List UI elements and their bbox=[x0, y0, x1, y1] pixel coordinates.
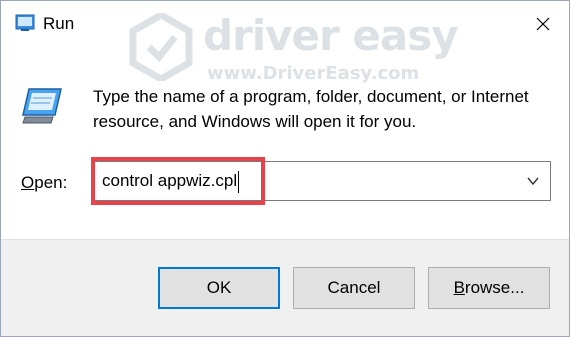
open-combobox[interactable]: control appwiz.cpl bbox=[91, 161, 551, 201]
cancel-button[interactable]: Cancel bbox=[293, 267, 415, 309]
open-input[interactable]: control appwiz.cpl bbox=[102, 171, 237, 191]
open-label-accel: O bbox=[21, 173, 35, 192]
ok-button[interactable]: OK bbox=[158, 267, 280, 309]
window-title: Run bbox=[43, 14, 75, 33]
button-bar: OK Cancel Browse... bbox=[1, 239, 569, 336]
watermark-url: www.DriverEasy.com bbox=[207, 63, 420, 84]
open-label: Open: bbox=[21, 173, 67, 193]
open-label-rest: pen: bbox=[34, 173, 68, 192]
run-app-icon bbox=[15, 14, 35, 31]
text-caret bbox=[238, 171, 239, 193]
run-description: Type the name of a program, folder, docu… bbox=[93, 87, 529, 131]
close-button[interactable] bbox=[523, 9, 563, 39]
browse-button[interactable]: Browse... bbox=[428, 267, 550, 309]
browse-accel: B bbox=[453, 278, 465, 297]
browse-rest: rowse... bbox=[464, 278, 525, 297]
run-dialog: Run driver easy www.DriverEasy.com Type … bbox=[0, 0, 570, 337]
run-program-icon bbox=[22, 88, 62, 124]
title-bar: Run bbox=[1, 1, 569, 47]
chevron-down-icon[interactable] bbox=[526, 175, 540, 187]
close-icon bbox=[536, 17, 550, 31]
